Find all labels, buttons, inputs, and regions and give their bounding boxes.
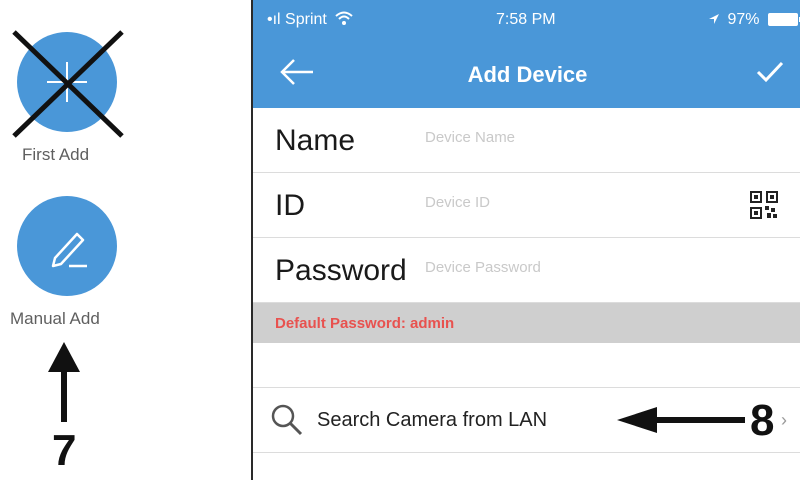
default-password-notice: Default Password: admin	[253, 303, 800, 343]
search-icon	[271, 404, 303, 436]
battery-group: 97%	[708, 11, 800, 29]
carrier-group: •ıl Sprint	[267, 11, 353, 29]
page-title: Add Device	[467, 62, 588, 87]
nav-bar: Add Device	[253, 36, 800, 108]
up-arrow	[48, 342, 80, 422]
battery-icon	[767, 13, 800, 27]
device-id-input[interactable]	[423, 193, 727, 212]
carrier-name: Sprint	[285, 11, 327, 28]
pencil-icon	[51, 232, 87, 268]
qr-code-icon[interactable]	[750, 191, 778, 219]
wifi-icon	[335, 11, 353, 25]
status-bar: •ıl Sprint 7:58 PM 97%	[253, 0, 800, 36]
step-eight-label: 8	[750, 396, 775, 445]
device-password-input[interactable]	[423, 258, 727, 277]
left-annotation-column: First Add Manual Add 7	[0, 0, 250, 480]
battery-percent: 97%	[727, 11, 760, 28]
cross-out-mark	[12, 30, 124, 138]
left-arrow	[617, 407, 745, 433]
manual-add-button[interactable]	[17, 196, 117, 296]
chevron-right-icon: ›	[781, 410, 787, 430]
search-camera-row[interactable]: Search Camera from LAN 8 ›	[253, 387, 800, 453]
checkmark-icon[interactable]	[755, 60, 785, 84]
device-name-input[interactable]	[423, 128, 727, 147]
signal-dots: •ıl	[267, 11, 286, 28]
location-icon	[709, 14, 719, 24]
name-label: Name	[275, 124, 356, 157]
password-row: Password	[253, 238, 800, 303]
search-camera-label: Search Camera from LAN	[317, 409, 548, 431]
first-add-label: First Add	[22, 145, 90, 164]
id-label: ID	[275, 189, 305, 222]
password-label: Password	[275, 254, 407, 287]
step-seven-label: 7	[52, 426, 77, 475]
default-password-text: Default Password: admin	[275, 315, 455, 332]
status-time: 7:58 PM	[496, 11, 556, 28]
id-row: ID	[253, 173, 800, 238]
manual-add-label: Manual Add	[10, 309, 100, 328]
phone-screen: •ıl Sprint 7:58 PM 97% Add Device Name D…	[251, 0, 800, 480]
name-row: Name	[253, 108, 800, 173]
